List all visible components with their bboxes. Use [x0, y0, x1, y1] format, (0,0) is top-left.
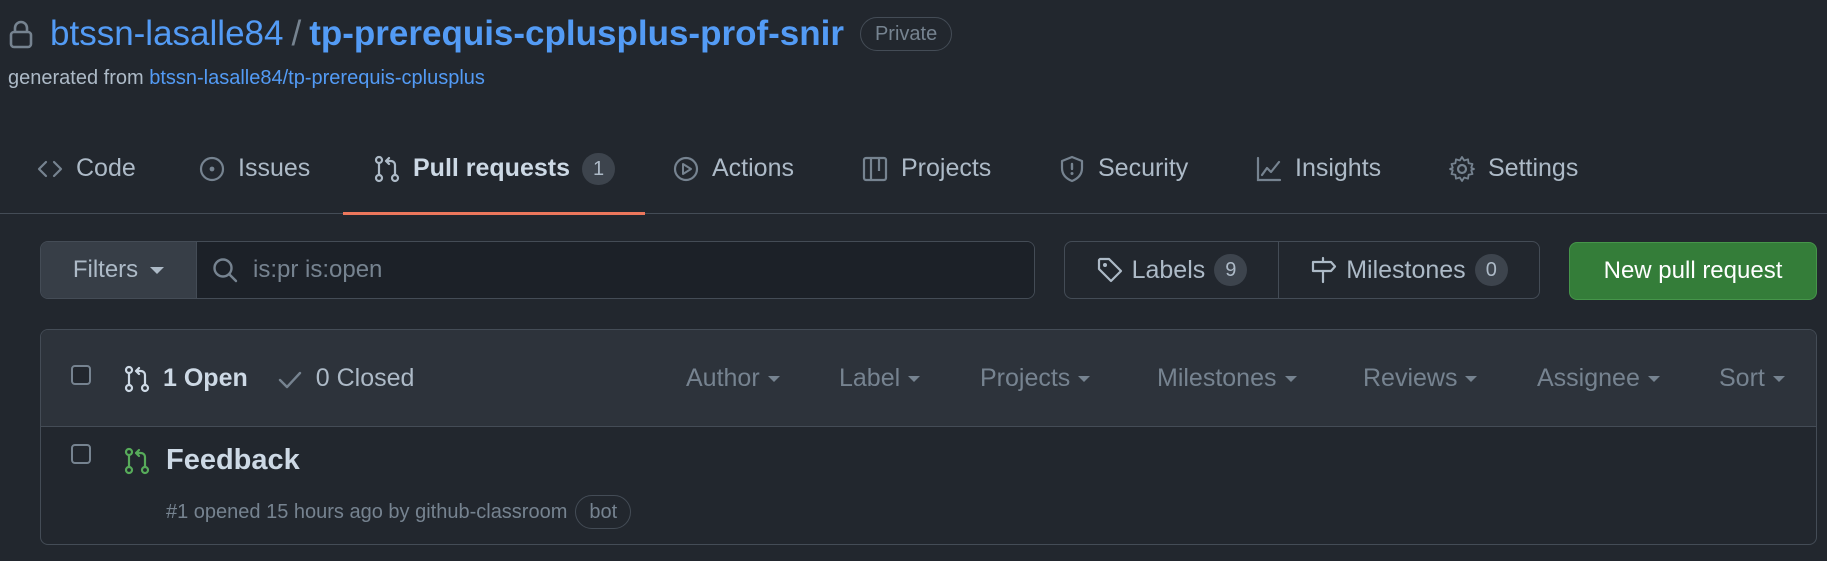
milestones-count: 0 [1474, 254, 1508, 286]
template-repo-link[interactable]: btssn-lasalle84/tp-prerequis-cplusplus [149, 67, 485, 89]
labels-button[interactable]: Labels 9 [1065, 242, 1279, 298]
tab-label: Security [1098, 154, 1189, 182]
chevron-down-icon [1078, 375, 1091, 382]
filter-search-group: Filters [40, 241, 1035, 299]
git-pull-request-icon [124, 365, 150, 392]
generated-from-note: generated from btssn-lasalle84/tp-prereq… [8, 67, 485, 90]
pr-title-link[interactable]: Feedback [166, 444, 300, 477]
tab-settings[interactable]: Settings [1448, 123, 1578, 214]
tab-label: Pull requests [413, 154, 570, 182]
labels-label: Labels [1131, 255, 1206, 284]
tab-projects[interactable]: Projects [861, 123, 991, 214]
tab-label: Insights [1295, 154, 1382, 182]
milestone-icon [1312, 256, 1337, 284]
tab-label: Actions [712, 154, 794, 182]
author-menu[interactable]: Author [686, 330, 780, 427]
search-box [197, 242, 1034, 298]
list-item: Feedback #1 opened 15 hours ago by githu… [41, 427, 1816, 544]
new-pull-request-button[interactable]: New pull request [1569, 242, 1817, 300]
search-icon [213, 258, 238, 283]
bot-badge: bot [575, 495, 632, 529]
tab-label: Code [76, 154, 136, 182]
tag-icon [1097, 257, 1122, 283]
menu-label: Label [839, 364, 901, 392]
menu-label: Milestones [1157, 364, 1277, 392]
menu-label: Sort [1719, 364, 1765, 392]
chevron-down-icon [767, 375, 780, 382]
repo-name-link[interactable]: tp-prerequis-cplusplus-prof-snir [309, 12, 844, 56]
tab-actions[interactable]: Actions [672, 123, 794, 214]
generated-from-prefix: generated from [8, 67, 144, 89]
git-pull-request-icon [124, 447, 150, 475]
row-checkbox[interactable] [71, 444, 91, 464]
tab-code[interactable]: Code [36, 123, 136, 214]
milestones-button[interactable]: Milestones 0 [1279, 242, 1539, 298]
projects-menu[interactable]: Projects [980, 330, 1091, 427]
issue-opened-icon [199, 156, 225, 181]
filters-label: Filters [72, 256, 139, 283]
reviews-menu[interactable]: Reviews [1363, 330, 1478, 427]
labels-milestones-group: Labels 9 Milestones 0 [1064, 241, 1540, 299]
closed-prs-toggle[interactable]: 0 Closed [276, 364, 415, 393]
play-icon [673, 156, 699, 181]
code-icon [37, 160, 63, 177]
pull-request-list: 1 Open 0 Closed Author Label Projects Mi… [40, 329, 1817, 545]
search-input[interactable] [253, 256, 853, 284]
gear-icon [1449, 155, 1475, 182]
milestones-label: Milestones [1346, 255, 1466, 284]
tab-insights[interactable]: Insights [1255, 123, 1381, 214]
shield-icon [1060, 155, 1084, 182]
chevron-down-icon [150, 266, 165, 274]
labels-count: 9 [1214, 254, 1248, 286]
state-toggles: 1 Open 0 Closed [123, 330, 414, 427]
chevron-down-icon [1465, 375, 1478, 382]
tab-label: Issues [238, 154, 311, 182]
menu-label: Projects [980, 364, 1071, 392]
menu-label: Reviews [1363, 364, 1458, 392]
chevron-down-icon [908, 375, 921, 382]
open-count-label: 1 Open [163, 364, 248, 392]
select-all-checkbox[interactable] [71, 365, 91, 385]
tab-label: Projects [901, 154, 992, 182]
tab-pull-requests[interactable]: Pull requests 1 [342, 123, 646, 215]
assignee-menu[interactable]: Assignee [1537, 330, 1660, 427]
filters-dropdown-button[interactable]: Filters [41, 242, 197, 298]
git-pull-request-icon [374, 155, 400, 182]
repo-separator: / [291, 14, 302, 53]
menu-label: Assignee [1537, 364, 1640, 392]
chevron-down-icon [1284, 375, 1297, 382]
visibility-badge: Private [859, 17, 953, 51]
repo-header: btssn-lasalle84 / tp-prerequis-cplusplus… [8, 12, 953, 56]
repo-owner-link[interactable]: btssn-lasalle84 [50, 12, 283, 56]
graph-icon [1256, 156, 1282, 181]
repo-tab-nav: Code Issues Pull requests 1 Actions Proj… [0, 123, 1827, 215]
milestones-menu[interactable]: Milestones [1157, 330, 1297, 427]
pull-requests-count: 1 [582, 152, 616, 185]
table-icon [862, 156, 888, 181]
check-icon [278, 371, 301, 388]
tab-issues[interactable]: Issues [198, 123, 310, 214]
sort-menu[interactable]: Sort [1719, 330, 1785, 427]
tab-label: Settings [1488, 154, 1579, 182]
closed-count-label: 0 Closed [315, 364, 415, 392]
pr-meta: #1 opened 15 hours ago by github-classro… [166, 495, 632, 529]
chevron-down-icon [1772, 375, 1785, 382]
chevron-down-icon [1647, 375, 1660, 382]
list-header: 1 Open 0 Closed Author Label Projects Mi… [41, 330, 1816, 427]
menu-label: Author [686, 364, 760, 392]
lock-icon [9, 20, 33, 49]
pr-meta-text: #1 opened 15 hours ago by github-classro… [166, 500, 568, 523]
label-menu[interactable]: Label [839, 330, 921, 427]
tab-security[interactable]: Security [1058, 123, 1188, 214]
open-prs-toggle[interactable]: 1 Open [123, 364, 248, 393]
